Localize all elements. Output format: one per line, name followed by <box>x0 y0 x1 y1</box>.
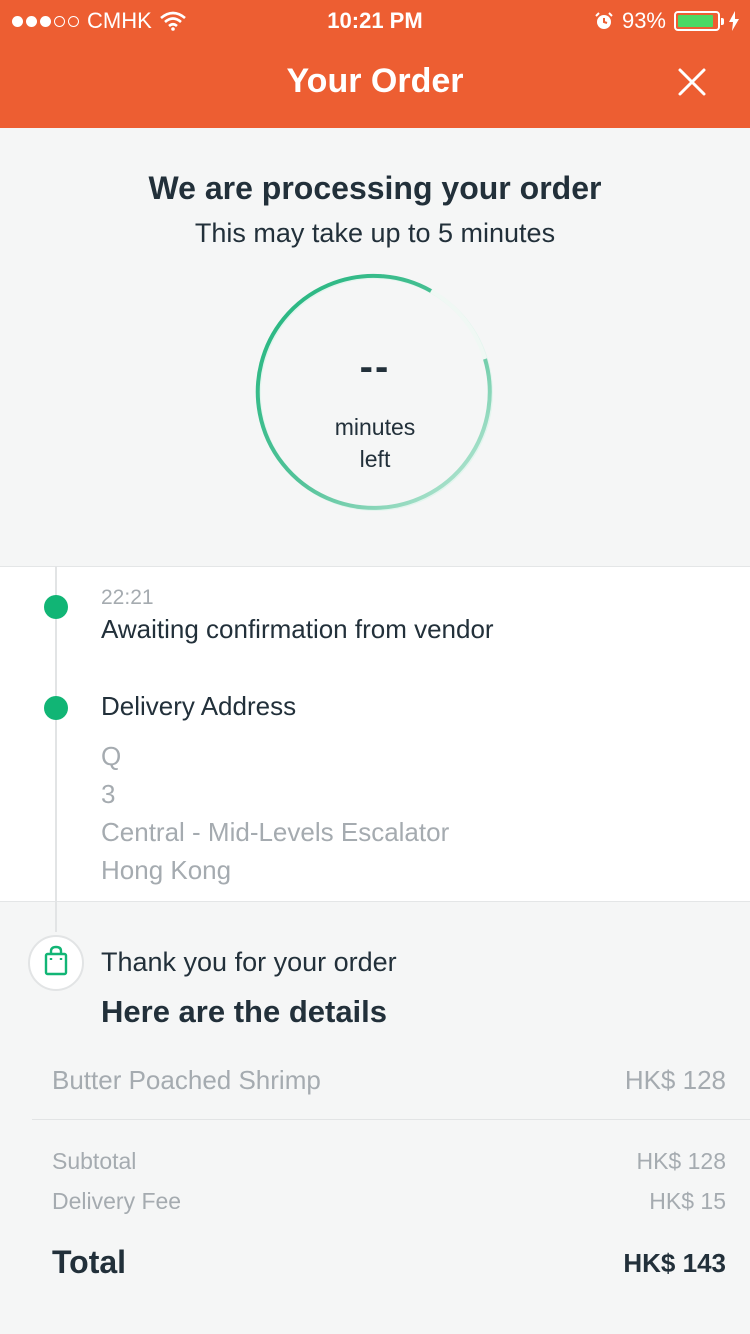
delivery-fee-value: HK$ 15 <box>649 1188 726 1214</box>
timeline-dot-address <box>44 696 68 720</box>
subtotal-label: Subtotal <box>52 1148 137 1174</box>
countdown-value: -- <box>359 345 391 389</box>
header-bar: CMHK 10:21 PM 93% Your Order <box>0 0 750 128</box>
page-title: Your Order <box>286 62 464 100</box>
total-label: Total <box>52 1244 127 1280</box>
thank-you-text: Thank you for your order <box>101 947 397 977</box>
divider <box>32 1119 750 1120</box>
address-line: 3 <box>101 779 116 809</box>
countdown-ring <box>255 273 493 511</box>
address-line: Q <box>101 741 122 771</box>
charging-bolt-icon <box>729 11 739 31</box>
shopping-bag-badge <box>28 935 84 991</box>
timeline-status-text: Awaiting confirmation from vendor <box>101 614 494 644</box>
address-line: Hong Kong <box>101 855 232 885</box>
battery-icon <box>674 11 724 31</box>
total-value: HK$ 143 <box>623 1248 726 1278</box>
status-bar: CMHK 10:21 PM 93% <box>0 0 750 40</box>
timeline-line <box>55 566 57 932</box>
processing-subtitle: This may take up to 5 minutes <box>194 218 556 248</box>
battery-percent: 93% <box>621 8 666 33</box>
status-right: 93% <box>594 8 740 34</box>
delivery-fee-row: Delivery Fee HK$ 15 <box>52 1188 726 1215</box>
subtotal-value: HK$ 128 <box>636 1148 726 1174</box>
processing-title: We are processing your order <box>148 170 602 206</box>
timeline-time: 22:21 <box>101 586 154 609</box>
timeline-dot-status <box>44 595 68 619</box>
countdown-label-left: left <box>359 446 391 472</box>
battery-fill <box>678 15 714 27</box>
address-line: Central - Mid-Levels Escalator <box>101 817 450 847</box>
order-item-row: Butter Poached Shrimp HK$ 128 <box>52 1065 726 1096</box>
total-row: Total HK$ 143 <box>52 1244 726 1281</box>
delivery-fee-label: Delivery Fee <box>52 1188 182 1214</box>
delivery-address-label: Delivery Address <box>101 691 297 721</box>
countdown-label-minutes: minutes <box>334 414 416 440</box>
order-item-name: Butter Poached Shrimp <box>52 1065 321 1095</box>
subtotal-row: Subtotal HK$ 128 <box>52 1148 726 1175</box>
alarm-icon <box>595 12 613 29</box>
shopping-bag-icon <box>44 945 68 976</box>
details-title: Here are the details <box>101 994 388 1029</box>
order-item-price: HK$ 128 <box>624 1065 726 1095</box>
close-icon[interactable] <box>676 66 708 98</box>
